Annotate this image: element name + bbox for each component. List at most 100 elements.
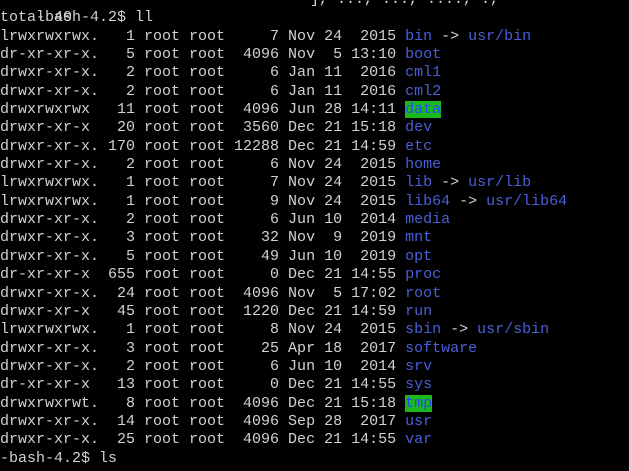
file-metadata: 24 root root 4096 Nov 5 17:02 <box>108 284 406 302</box>
permissions: dr-xr-xr-x <box>0 376 109 394</box>
file-name: opt <box>405 247 433 265</box>
file-metadata: 1 root root 9 Nov 24 2015 <box>108 192 406 210</box>
symlink-arrow: -> <box>432 174 469 192</box>
file-name: lib <box>405 174 433 192</box>
listing-row: drwxr-xr-x. 2 root root 6 Jan 11 2016 cm… <box>0 64 629 82</box>
file-name: run <box>405 302 433 320</box>
permissions: drwxrwxrwt. <box>0 394 109 412</box>
permissions: lrwxrwxrwx. <box>0 174 109 192</box>
listing-row: drwxr-xr-x. 24 root root 4096 Nov 5 17:0… <box>0 285 629 303</box>
listing-row: lrwxrwxrwx. 1 root root 8 Nov 24 2015 sb… <box>0 321 629 339</box>
permissions: drwxr-xr-x. <box>0 211 109 229</box>
file-name: boot <box>405 46 442 64</box>
file-metadata: 2 root root 6 Jan 11 2016 <box>108 82 406 100</box>
listing-row: dr-xr-xr-x 13 root root 0 Dec 21 14:55 s… <box>0 376 629 394</box>
next-prompt-line[interactable]: -bash-4.2$ ls <box>0 450 629 468</box>
file-metadata: 3 root root 32 Nov 9 2019 <box>108 229 406 247</box>
clipped-top-text: ], ..., ..., ...., ., <box>310 0 499 9</box>
file-metadata: 3 root root 25 Apr 18 2017 <box>108 339 406 357</box>
file-name: var <box>405 431 433 449</box>
listing-row: drwxr-xr-x 20 root root 3560 Dec 21 15:1… <box>0 119 629 137</box>
permissions: drwxr-xr-x. <box>0 339 109 357</box>
file-metadata: 1 root root 7 Nov 24 2015 <box>108 174 406 192</box>
listing-row: drwxr-xr-x. 3 root root 25 Apr 18 2017 s… <box>0 340 629 358</box>
file-name: root <box>405 284 442 302</box>
file-name: cml2 <box>405 82 442 100</box>
file-name: sys <box>405 376 433 394</box>
file-metadata: 2 root root 6 Jun 10 2014 <box>108 211 406 229</box>
file-metadata: 25 root root 4096 Dec 21 14:55 <box>108 431 406 449</box>
listing-row: dr-xr-xr-x. 5 root root 4096 Nov 5 13:10… <box>0 46 629 64</box>
file-metadata: 20 root root 3560 Dec 21 15:18 <box>108 119 406 137</box>
listing-row: dr-xr-xr-x 655 root root 0 Dec 21 14:55 … <box>0 266 629 284</box>
file-name: sbin <box>405 321 442 339</box>
file-name: home <box>405 156 442 174</box>
permissions: drwxr-xr-x. <box>0 431 109 449</box>
file-name: lib64 <box>405 192 451 210</box>
symlink-arrow: -> <box>441 321 478 339</box>
file-name: data <box>405 101 442 119</box>
terminal-output[interactable]: -bash-4.2$ ll ], ..., ..., ...., ., tota… <box>0 0 629 468</box>
file-metadata: 45 root root 1220 Dec 21 14:59 <box>108 302 406 320</box>
permissions: drwxr-xr-x. <box>0 412 109 430</box>
file-metadata: 13 root root 0 Dec 21 14:55 <box>108 376 406 394</box>
listing-row: drwxr-xr-x. 2 root root 6 Nov 24 2015 ho… <box>0 156 629 174</box>
listing-row: lrwxrwxrwx. 1 root root 7 Nov 24 2015 bi… <box>0 28 629 46</box>
listing-row: drwxr-xr-x. 2 root root 6 Jan 11 2016 cm… <box>0 83 629 101</box>
symlink-arrow: -> <box>450 192 487 210</box>
file-name: proc <box>405 266 442 284</box>
permissions: drwxr-xr-x. <box>0 229 109 247</box>
permissions: drwxr-xr-x. <box>0 156 109 174</box>
directory-listing: lrwxrwxrwx. 1 root root 7 Nov 24 2015 bi… <box>0 28 629 450</box>
permissions: dr-xr-xr-x <box>0 266 109 284</box>
permissions: lrwxrwxrwx. <box>0 192 109 210</box>
file-name: mnt <box>405 229 433 247</box>
listing-row: drwxrwxrwt. 8 root root 4096 Dec 21 15:1… <box>0 394 629 413</box>
listing-row: drwxr-xr-x. 5 root root 49 Jun 10 2019 o… <box>0 248 629 266</box>
file-metadata: 2 root root 6 Jun 10 2014 <box>108 357 406 375</box>
file-name: tmp <box>405 394 433 412</box>
permissions: drwxr-xr-x. <box>0 357 109 375</box>
file-metadata: 2 root root 6 Nov 24 2015 <box>108 156 406 174</box>
permissions: drwxr-xr-x. <box>0 137 109 155</box>
symlink-arrow: -> <box>432 27 469 45</box>
file-metadata: 2 root root 6 Jan 11 2016 <box>108 64 406 82</box>
permissions: drwxr-xr-x. <box>0 64 109 82</box>
symlink-target: usr/lib64 <box>486 192 568 210</box>
listing-row: lrwxrwxrwx. 1 root root 9 Nov 24 2015 li… <box>0 193 629 211</box>
file-name: dev <box>405 119 433 137</box>
listing-row: drwxr-xr-x. 3 root root 32 Nov 9 2019 mn… <box>0 229 629 247</box>
file-metadata: 655 root root 0 Dec 21 14:55 <box>108 266 406 284</box>
file-name: software <box>405 339 478 357</box>
listing-row: drwxr-xr-x. 25 root root 4096 Dec 21 14:… <box>0 431 629 449</box>
listing-row: drwxr-xr-x. 170 root root 12288 Dec 21 1… <box>0 138 629 156</box>
listing-row: drwxrwxrwx 11 root root 4096 Jun 28 14:1… <box>0 101 629 119</box>
file-name: usr <box>405 412 433 430</box>
file-metadata: 1 root root 8 Nov 24 2015 <box>108 321 406 339</box>
prompt-command: -bash-4.2$ ll <box>36 9 154 27</box>
listing-row: drwxr-xr-x 45 root root 1220 Dec 21 14:5… <box>0 303 629 321</box>
file-name: etc <box>405 137 433 155</box>
file-metadata: 1 root root 7 Nov 24 2015 <box>108 27 406 45</box>
listing-row: drwxr-xr-x. 2 root root 6 Jun 10 2014 sr… <box>0 358 629 376</box>
symlink-target: usr/bin <box>468 27 532 45</box>
file-metadata: 11 root root 4096 Jun 28 14:11 <box>108 101 406 119</box>
permissions: drwxr-xr-x <box>0 302 109 320</box>
file-name: media <box>405 211 451 229</box>
listing-row: drwxr-xr-x. 14 root root 4096 Sep 28 201… <box>0 413 629 431</box>
file-metadata: 170 root root 12288 Dec 21 14:59 <box>108 137 406 155</box>
prompt-line: -bash-4.2$ ll ], ..., ..., ...., ., <box>0 0 629 26</box>
file-name: srv <box>405 357 433 375</box>
permissions: drwxrwxrwx <box>0 101 109 119</box>
file-metadata: 14 root root 4096 Sep 28 2017 <box>108 412 406 430</box>
permissions: drwxr-xr-x <box>0 119 109 137</box>
permissions: drwxr-xr-x. <box>0 247 109 265</box>
file-metadata: 5 root root 49 Jun 10 2019 <box>108 247 406 265</box>
permissions: lrwxrwxrwx. <box>0 321 109 339</box>
permissions: drwxr-xr-x. <box>0 82 109 100</box>
file-metadata: 8 root root 4096 Dec 21 15:18 <box>108 394 406 412</box>
symlink-target: usr/lib <box>468 174 532 192</box>
file-metadata: 5 root root 4096 Nov 5 13:10 <box>108 46 406 64</box>
permissions: drwxr-xr-x. <box>0 284 109 302</box>
symlink-target: usr/sbin <box>477 321 550 339</box>
